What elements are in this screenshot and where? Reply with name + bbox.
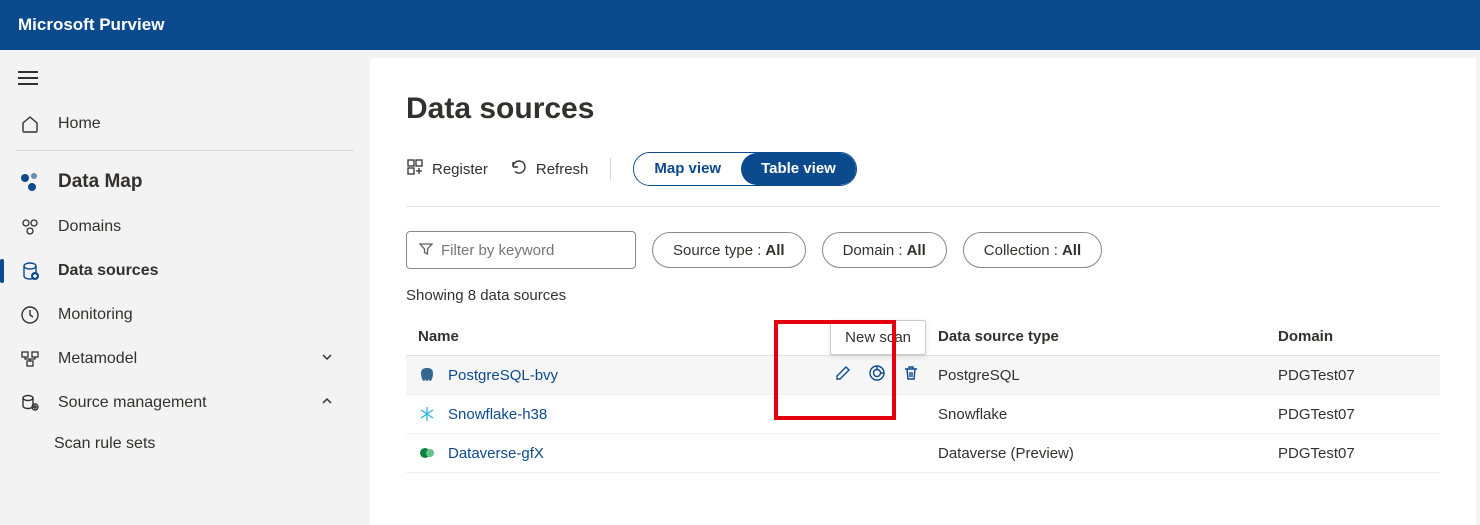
register-button[interactable]: Register bbox=[406, 158, 488, 180]
chevron-down-icon bbox=[320, 350, 334, 369]
refresh-icon bbox=[510, 158, 528, 180]
snowflake-icon bbox=[418, 405, 436, 423]
filter-domain-label: Domain : bbox=[843, 242, 903, 259]
new-scan-tooltip: New scan bbox=[830, 320, 926, 355]
toolbar: Register Refresh Map view Table view bbox=[406, 152, 1440, 207]
nav-scan-rule-sets-label: Scan rule sets bbox=[54, 435, 155, 452]
nav-data-sources[interactable]: Data sources bbox=[0, 249, 370, 293]
filter-source-type-value: All bbox=[765, 242, 784, 259]
sidebar: Home Data Map Domains Data sources bbox=[0, 50, 370, 525]
nav-domains-label: Domains bbox=[58, 218, 121, 236]
row-type: PostgreSQL bbox=[938, 367, 1278, 384]
metamodel-icon bbox=[18, 349, 42, 369]
monitoring-icon bbox=[18, 305, 42, 325]
domains-icon bbox=[18, 217, 42, 237]
register-label: Register bbox=[432, 161, 488, 178]
col-type[interactable]: Data source type bbox=[938, 328, 1278, 345]
filter-source-type[interactable]: Source type : All bbox=[652, 232, 806, 268]
row-domain: PDGTest07 bbox=[1278, 445, 1428, 462]
dataverse-icon bbox=[418, 444, 436, 462]
data-sources-icon bbox=[18, 261, 42, 281]
chevron-up-icon bbox=[320, 394, 334, 413]
menu-toggle-icon[interactable] bbox=[18, 64, 46, 92]
source-management-icon bbox=[18, 393, 42, 413]
table-view-toggle[interactable]: Table view bbox=[741, 153, 856, 185]
data-source-table: Name Data source type Domain PostgreSQL-… bbox=[406, 318, 1440, 473]
data-map-icon bbox=[18, 171, 42, 193]
app-header: Microsoft Purview bbox=[0, 0, 1480, 50]
nav-section-data-map[interactable]: Data Map bbox=[0, 159, 370, 205]
nav-divider bbox=[16, 150, 354, 151]
postgres-icon bbox=[418, 366, 436, 384]
row-domain: PDGTest07 bbox=[1278, 367, 1428, 384]
row-name-link[interactable]: Dataverse-gfX bbox=[448, 445, 544, 462]
table-row[interactable]: Snowflake-h38 Snowflake PDGTest07 bbox=[406, 395, 1440, 434]
refresh-button[interactable]: Refresh bbox=[510, 158, 589, 180]
row-domain: PDGTest07 bbox=[1278, 406, 1428, 423]
nav-monitoring-label: Monitoring bbox=[58, 306, 133, 324]
view-toggle: Map view Table view bbox=[633, 152, 856, 186]
nav-source-management[interactable]: Source management bbox=[0, 381, 370, 425]
filter-collection[interactable]: Collection : All bbox=[963, 232, 1102, 268]
nav-metamodel[interactable]: Metamodel bbox=[0, 337, 370, 381]
toolbar-divider bbox=[610, 158, 611, 180]
nav-monitoring[interactable]: Monitoring bbox=[0, 293, 370, 337]
row-type: Dataverse (Preview) bbox=[938, 445, 1278, 462]
home-icon bbox=[18, 114, 42, 134]
nav-data-sources-label: Data sources bbox=[58, 262, 159, 280]
filter-keyword-field[interactable] bbox=[406, 231, 636, 269]
nav-home[interactable]: Home bbox=[0, 102, 370, 146]
filter-domain[interactable]: Domain : All bbox=[822, 232, 947, 268]
row-name-link[interactable]: PostgreSQL-bvy bbox=[448, 367, 558, 384]
register-icon bbox=[406, 158, 424, 180]
row-actions: New scan bbox=[834, 364, 920, 386]
nav-home-label: Home bbox=[58, 115, 101, 133]
nav-source-management-label: Source management bbox=[58, 394, 207, 412]
filter-collection-value: All bbox=[1062, 242, 1081, 259]
row-name-link[interactable]: Snowflake-h38 bbox=[448, 406, 547, 423]
nav-section-label: Data Map bbox=[58, 171, 142, 193]
filter-source-type-label: Source type : bbox=[673, 242, 761, 259]
nav-scan-rule-sets[interactable]: Scan rule sets bbox=[0, 425, 370, 463]
app-title: Microsoft Purview bbox=[18, 15, 164, 35]
row-type: Snowflake bbox=[938, 406, 1278, 423]
map-view-toggle[interactable]: Map view bbox=[634, 153, 741, 185]
delete-icon[interactable] bbox=[902, 364, 920, 386]
new-scan-icon[interactable] bbox=[868, 364, 886, 386]
nav-metamodel-label: Metamodel bbox=[58, 350, 137, 368]
edit-icon[interactable] bbox=[834, 364, 852, 386]
filter-keyword-input[interactable] bbox=[441, 242, 640, 259]
filters: Source type : All Domain : All Collectio… bbox=[406, 231, 1440, 269]
table-row[interactable]: PostgreSQL-bvy New scan Po bbox=[406, 356, 1440, 395]
table-row[interactable]: Dataverse-gfX Dataverse (Preview) PDGTes… bbox=[406, 434, 1440, 473]
filter-icon bbox=[419, 242, 433, 259]
filter-collection-label: Collection : bbox=[984, 242, 1058, 259]
refresh-label: Refresh bbox=[536, 161, 589, 178]
nav-domains[interactable]: Domains bbox=[0, 205, 370, 249]
result-count: Showing 8 data sources bbox=[406, 287, 1440, 304]
page-title: Data sources bbox=[406, 92, 1440, 126]
col-domain[interactable]: Domain bbox=[1278, 328, 1428, 345]
filter-domain-value: All bbox=[907, 242, 926, 259]
main-content: Data sources Register Refresh Map view T… bbox=[370, 58, 1476, 525]
